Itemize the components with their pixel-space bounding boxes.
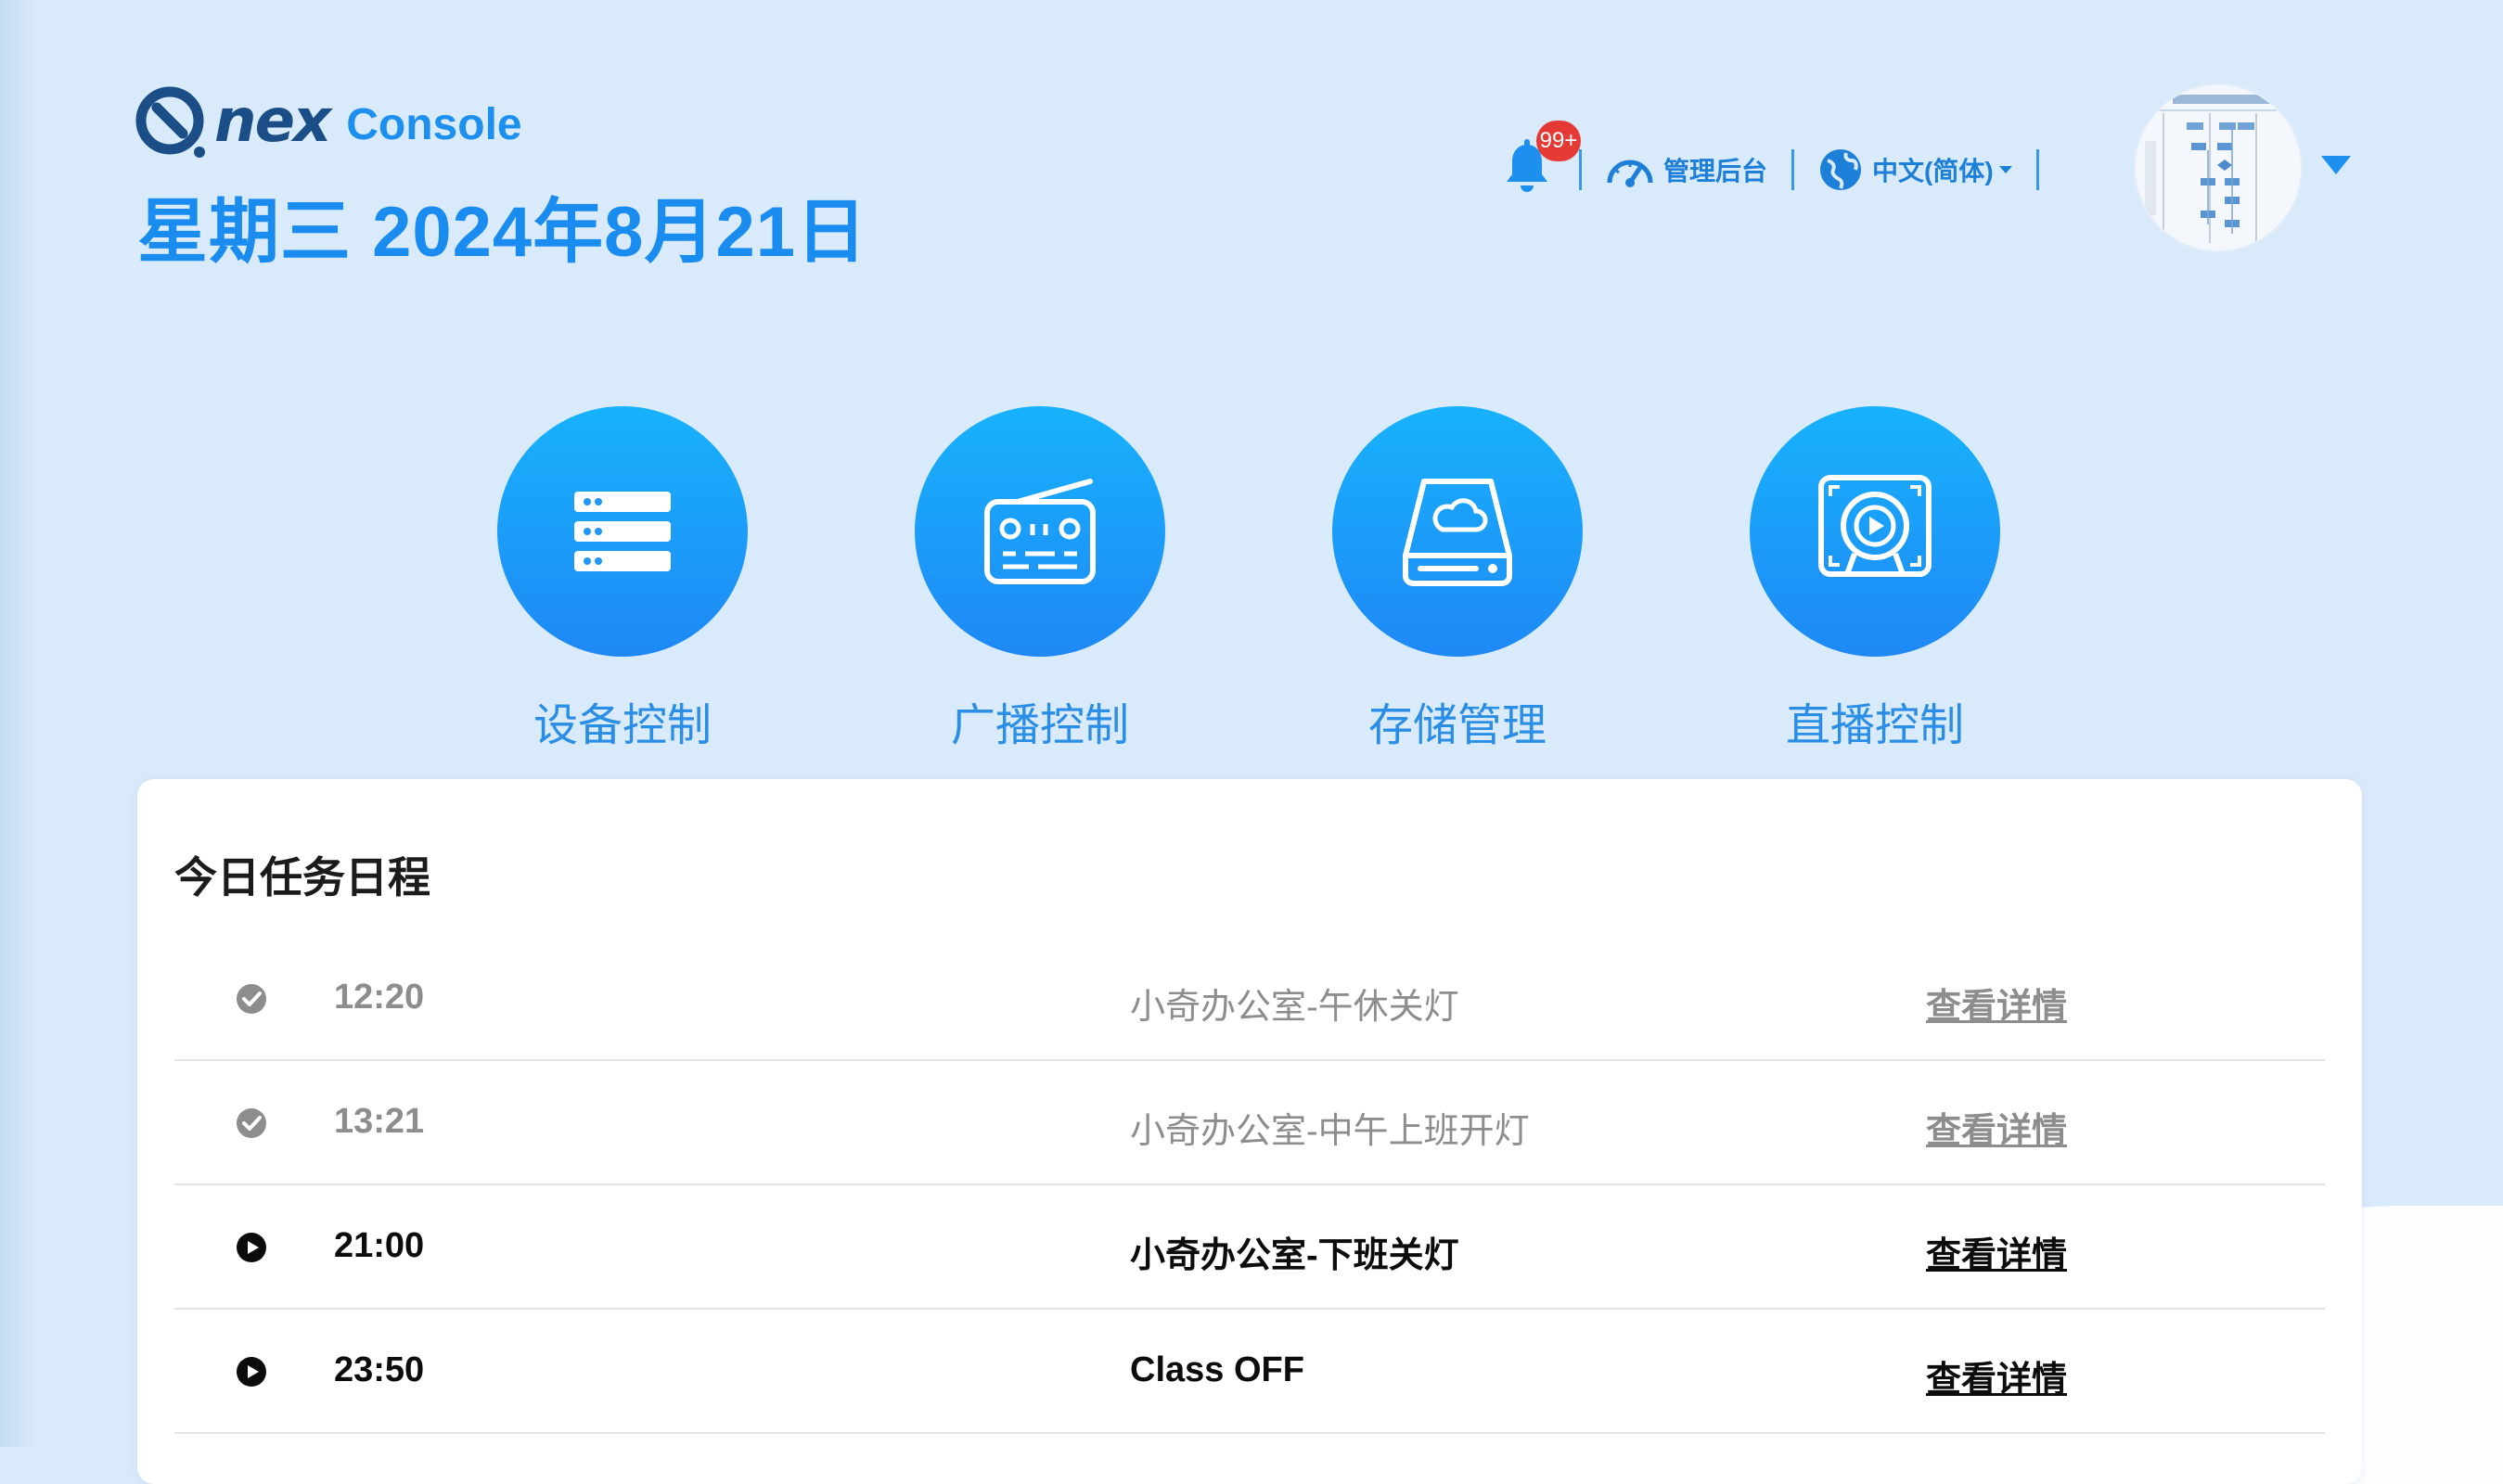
schedule-list: 12:20 小奇办公室-午休关灯 查看详情 13:21 小奇办公室-中午上班开灯… [174, 937, 2325, 1434]
action-live-control[interactable]: 直播控制 [1750, 406, 2000, 753]
schedule-task-name: 小奇办公室-午休关灯 [1130, 988, 1459, 1027]
action-label: 直播控制 [1785, 701, 1964, 750]
schedule-row: 13:21 小奇办公室-中午上班开灯 查看详情 [174, 1061, 2325, 1185]
dashboard-gauge-icon [1607, 160, 1653, 187]
quick-actions: 设备控制 广播控制 存储管理 直播控制 [497, 406, 2000, 753]
action-circle[interactable] [1332, 406, 1583, 657]
action-circle[interactable] [1750, 406, 2000, 657]
action-device-control[interactable]: 设备控制 [497, 406, 748, 753]
logo-mark-icon [135, 83, 211, 160]
current-date: 星期三 2024年8月21日 [137, 193, 867, 272]
schedule-row: 23:50 Class OFF 查看详情 [174, 1310, 2325, 1434]
radio-icon [984, 479, 1096, 584]
schedule-time: 12:20 [334, 978, 425, 1017]
view-details-link[interactable]: 查看详情 [1926, 1226, 2067, 1277]
avatar-dropdown-caret-icon[interactable] [2321, 156, 2351, 174]
schedule-task-name: 小奇办公室-下班关灯 [1130, 1236, 1459, 1275]
schedule-time: 23:50 [334, 1350, 425, 1389]
check-circle-icon [237, 1108, 266, 1138]
schedule-time: 21:00 [334, 1226, 425, 1265]
live-camera-icon [1818, 475, 1932, 577]
cloud-storage-icon [1403, 479, 1512, 586]
notification-badge: 99+ [1536, 121, 1581, 161]
toolbar-divider [2035, 149, 2039, 190]
play-circle-icon [237, 1233, 266, 1262]
action-storage-management[interactable]: 存储管理 [1332, 406, 1583, 753]
schedule-title: 今日任务日程 [174, 853, 430, 902]
view-details-link[interactable]: 查看详情 [1926, 978, 2067, 1029]
language-label: 中文(简体) [1872, 157, 1994, 186]
action-label: 广播控制 [950, 701, 1129, 750]
action-broadcast-control[interactable]: 广播控制 [915, 406, 1165, 753]
chevron-down-icon [1998, 166, 2012, 173]
action-label: 设备控制 [533, 701, 712, 750]
action-label: 存储管理 [1367, 701, 1547, 750]
user-avatar[interactable] [2136, 85, 2301, 250]
action-circle[interactable] [497, 406, 748, 657]
admin-backend-label: 管理后台 [1663, 157, 1768, 186]
app-logo[interactable]: nex Console [135, 82, 522, 161]
schedule-row: 12:20 小奇办公室-午休关灯 查看详情 [174, 937, 2325, 1061]
avatar-flowchart-thumbnail [2136, 85, 2301, 250]
view-details-link[interactable]: 查看详情 [1926, 1102, 2067, 1153]
logo-console-label: Console [346, 99, 522, 149]
action-circle[interactable] [915, 406, 1165, 657]
schedule-task-name: 小奇办公室-中午上班开灯 [1130, 1112, 1530, 1151]
toolbar-divider [1579, 149, 1582, 190]
background-shade [0, 0, 37, 1447]
toolbar-divider [1791, 149, 1795, 190]
globe-icon [1820, 149, 1862, 190]
language-selector[interactable]: 中文(简体) [1818, 147, 2012, 192]
server-icon [574, 492, 671, 571]
notification-button[interactable]: 99+ [1503, 121, 1581, 200]
schedule-row: 21:00 小奇办公室-下班关灯 查看详情 [174, 1185, 2325, 1310]
schedule-time: 13:21 [334, 1102, 425, 1141]
schedule-card: 今日任务日程 12:20 小奇办公室-午休关灯 查看详情 13:21 小奇办公室… [137, 779, 2362, 1484]
play-circle-icon [237, 1357, 266, 1387]
admin-backend-link[interactable]: 管理后台 [1606, 151, 1767, 188]
logo-wordmark: nex [214, 87, 331, 156]
schedule-task-name: Class OFF [1130, 1350, 1304, 1389]
top-toolbar: 99+ 管理后台 中文(简体) [1503, 121, 2063, 200]
view-details-link[interactable]: 查看详情 [1926, 1350, 2067, 1401]
check-circle-icon [237, 984, 266, 1014]
